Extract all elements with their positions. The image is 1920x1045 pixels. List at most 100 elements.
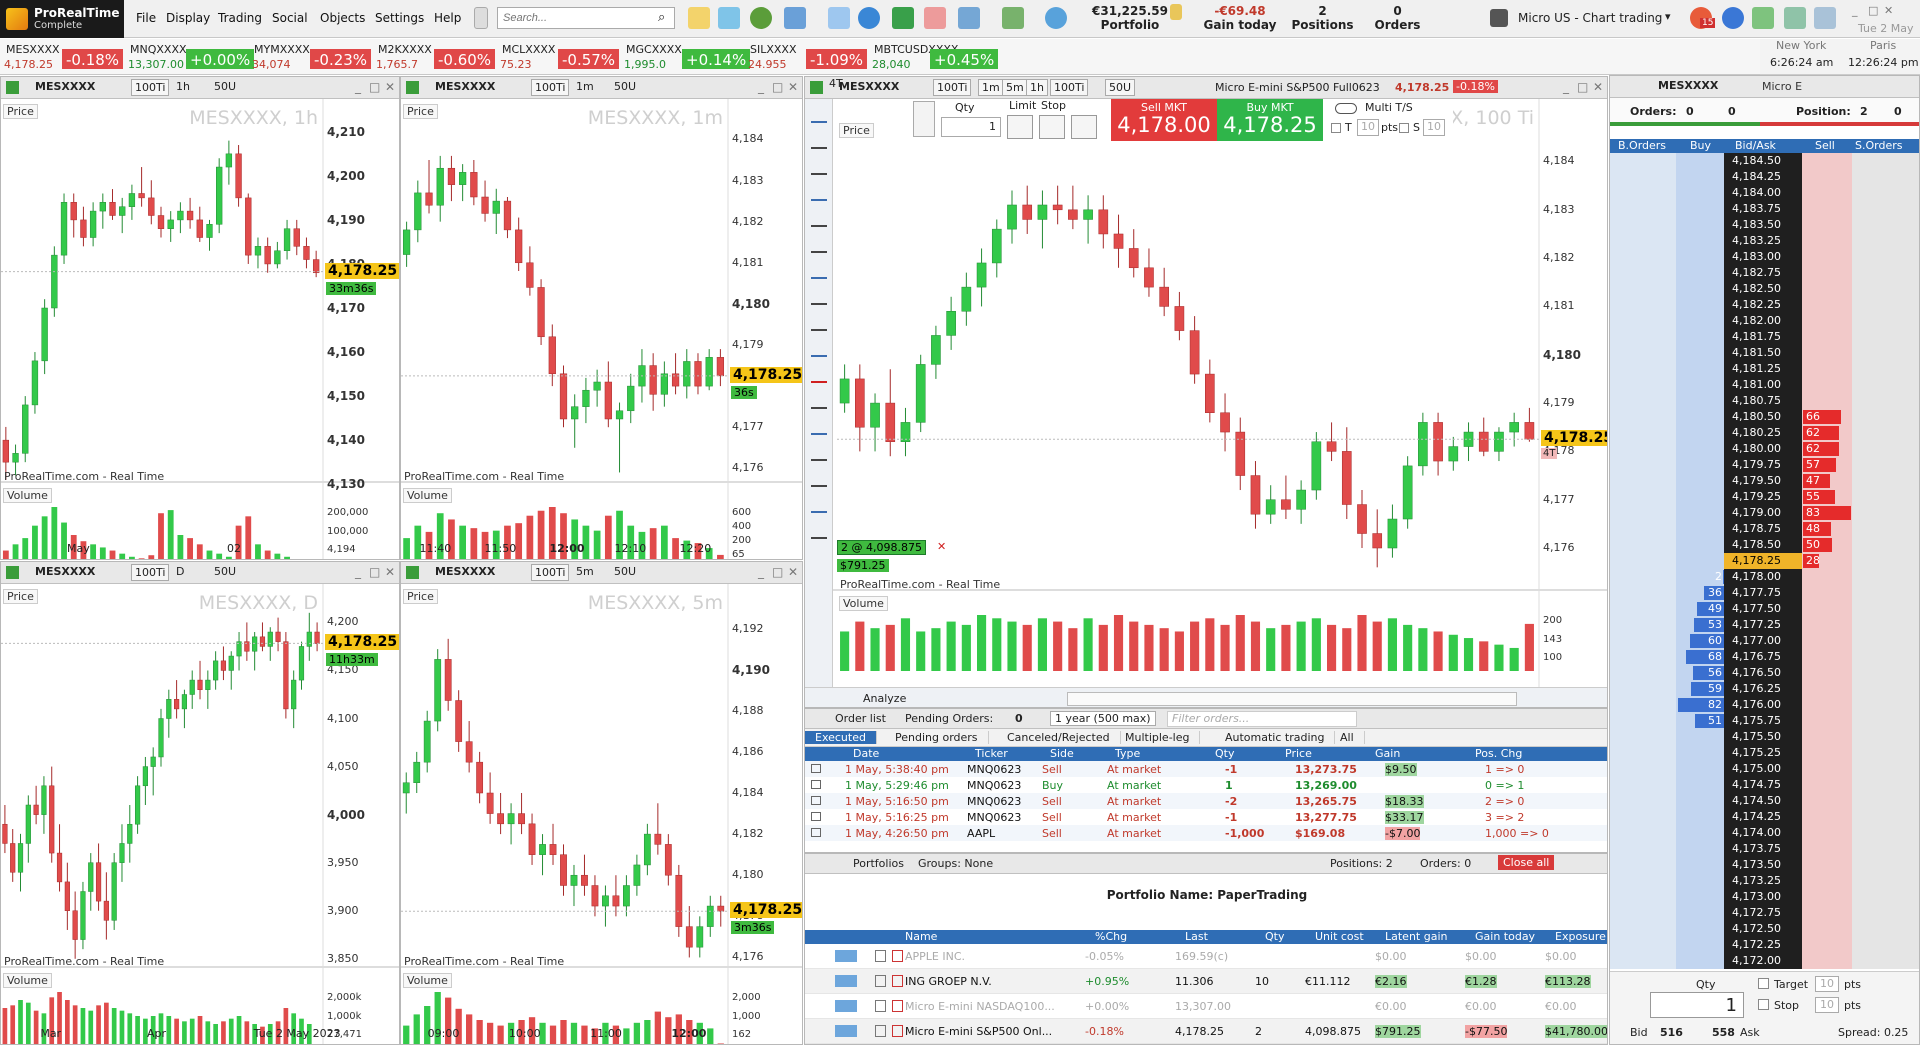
dom-sell-cell[interactable] [1802,265,1852,281]
position-line-label[interactable]: 2 @ 4,098.875 [837,539,926,555]
dom-sorder-cell[interactable] [1852,473,1919,489]
dom-level-row[interactable]: 4,176.25 59 [1610,681,1919,697]
dom-buy-cell[interactable] [1676,201,1724,217]
zoom-icon[interactable] [811,133,827,149]
dom-border-cell[interactable] [1610,729,1676,745]
dom-buy-cell[interactable] [1676,281,1724,297]
channel-icon[interactable] [811,471,827,487]
units-select[interactable]: 50U [611,564,639,581]
dom-sorder-cell[interactable] [1852,937,1919,953]
dom-buy-cell[interactable] [1676,905,1724,921]
maximize-button[interactable]: □ [772,565,783,579]
dom-sorder-cell[interactable] [1852,713,1919,729]
portfolio-column-header[interactable]: %Chg [1095,930,1127,943]
dom-level-row[interactable]: 4,183.00 [1610,249,1919,265]
chart-type-icon[interactable] [810,81,823,94]
dom-border-cell[interactable] [1610,809,1676,825]
dom-level-row[interactable]: 4,179.25 55 [1610,489,1919,505]
timeframe-select[interactable]: 1h [173,79,193,96]
dom-sorder-cell[interactable] [1852,313,1919,329]
dom-buy-cell[interactable] [1676,873,1724,889]
volume-pane-label[interactable]: Volume [3,973,52,988]
dom-sorder-cell[interactable] [1852,217,1919,233]
keypad-icon[interactable] [913,101,935,137]
chart-canvas[interactable] [401,584,803,1045]
messages-icon[interactable] [858,7,880,29]
horizontal-line-icon[interactable] [811,393,827,409]
dom-border-cell[interactable] [1610,297,1676,313]
dom-sorder-cell[interactable] [1852,857,1919,873]
dom-buy-cell[interactable] [1676,857,1724,873]
dom-border-cell[interactable] [1610,857,1676,873]
orders-stat[interactable]: 0 Orders [1365,4,1430,32]
bell-icon[interactable] [811,185,827,201]
dom-buy-cell[interactable] [1676,345,1724,361]
dom-level-row[interactable]: 4,177.25 53 [1610,617,1919,633]
dom-level-row[interactable]: 4,178.00 2 [1610,569,1919,585]
portfolio-column-header[interactable]: Gain today [1475,930,1535,943]
portfolio-column-header[interactable]: Name [905,930,937,943]
dom-sorder-cell[interactable] [1852,697,1919,713]
buy-market-button[interactable]: Buy MKT 4,178.25 [1217,99,1323,141]
volume-pane-label[interactable]: Volume [3,488,52,503]
portfolio-row[interactable]: ING GROEP N.V. +0.95% 11.306 10 €11.112 €2.16… [805,969,1607,994]
dom-sorder-cell[interactable] [1852,729,1919,745]
interval-select[interactable]: 100Ti [131,564,170,581]
dom-sorder-cell[interactable] [1852,681,1919,697]
dom-sell-cell[interactable] [1802,681,1852,697]
timeframe-button[interactable]: 1m [978,79,1004,96]
dom-sell-cell[interactable] [1802,953,1852,969]
dom-level-row[interactable]: 4,183.50 [1610,217,1919,233]
dom-sorder-cell[interactable] [1852,585,1919,601]
dom-sell-cell[interactable] [1802,857,1852,873]
fibonacci-icon[interactable] [811,445,827,461]
dom-border-cell[interactable] [1610,889,1676,905]
dom-buy-cell[interactable] [1676,377,1724,393]
dom-sell-cell[interactable] [1802,569,1852,585]
dom-border-cell[interactable] [1610,921,1676,937]
dom-sorder-cell[interactable] [1852,457,1919,473]
dom-level-row[interactable]: 4,175.25 [1610,745,1919,761]
dom-border-cell[interactable] [1610,505,1676,521]
screener-icon[interactable] [718,7,740,29]
dom-buy-cell[interactable] [1676,729,1724,745]
save-workspace-icon[interactable] [1490,9,1508,27]
dom-border-cell[interactable] [1610,361,1676,377]
dom-stop-input[interactable]: 10 [1815,997,1839,1013]
dom-sorder-cell[interactable] [1852,489,1919,505]
list-icon[interactable] [1002,7,1024,29]
chart-canvas[interactable] [805,99,1608,708]
order-column-header[interactable]: Side [1050,747,1074,760]
ticker-item[interactable]: MCLXXXX 75.23 -0.57% [496,41,620,73]
order-column-header[interactable]: Ticker [975,747,1008,760]
portfolio-column-header[interactable]: Last [1185,930,1208,943]
menu-settings[interactable]: Settings [375,11,424,25]
dom-sell-cell[interactable] [1802,873,1852,889]
minimize-button[interactable]: _ [355,565,361,579]
ticker-item[interactable]: MGCXXXX 1,995.0 +0.14% [620,41,751,73]
dom-sorder-cell[interactable] [1852,169,1919,185]
close-app-button[interactable]: ✕ [1884,4,1893,17]
dom-sell-cell[interactable] [1802,601,1852,617]
stop-checkbox[interactable] [1399,123,1409,133]
order-tab[interactable]: Executed [805,731,877,744]
dom-border-cell[interactable] [1610,745,1676,761]
price-pane-label[interactable]: Price [3,589,38,604]
dom-border-cell[interactable] [1610,553,1676,569]
chart-type-icon[interactable] [406,81,419,94]
text-box-icon[interactable] [811,523,827,539]
dom-sell-cell[interactable] [1802,777,1852,793]
chart-symbol-select[interactable]: MESXXXX [35,80,95,93]
dom-sell-cell[interactable] [1802,825,1852,841]
dom-buy-cell[interactable] [1676,777,1724,793]
dom-border-cell[interactable] [1610,601,1676,617]
dom-sorder-cell[interactable] [1852,841,1919,857]
dom-buy-cell[interactable] [1676,793,1724,809]
order-column-header[interactable]: Pos. Chg [1475,747,1522,760]
order-detail-icon[interactable] [811,796,821,805]
analyze-button[interactable]: Analyze [863,692,906,705]
dom-border-cell[interactable] [1610,441,1676,457]
dom-sell-cell[interactable] [1802,809,1852,825]
order-column-header[interactable]: Price [1285,747,1312,760]
ticker-item[interactable]: SILXXXX 24.955 -1.09% [744,41,868,73]
